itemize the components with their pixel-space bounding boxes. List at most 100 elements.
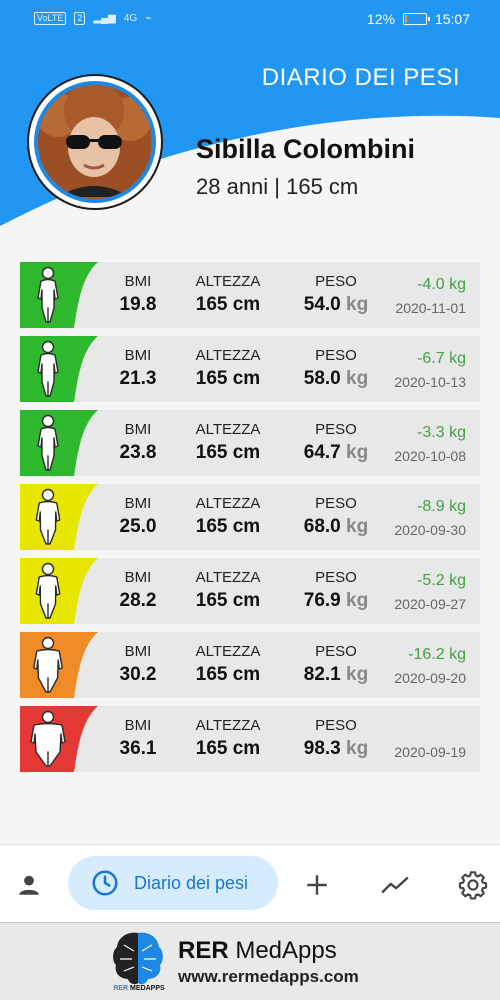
profile-photo bbox=[38, 85, 152, 199]
entry-date: 2020-09-19 bbox=[394, 744, 466, 760]
weight-delta: -5.2 kg bbox=[417, 572, 466, 589]
weight-entry-row[interactable]: BMI 30.2 ALTEZZA 165 cm PESO 82.1 kg -16… bbox=[20, 632, 480, 698]
height-label: ALTEZZA bbox=[195, 347, 261, 364]
weight-unit: kg bbox=[346, 664, 369, 685]
weight-label: PESO bbox=[315, 495, 357, 512]
weight-entries-list: BMI 19.8 ALTEZZA 165 cm PESO 54.0 kg -4.… bbox=[20, 262, 480, 780]
bmi-label: BMI bbox=[124, 421, 152, 438]
bmi-status-badge bbox=[20, 262, 100, 328]
gear-icon bbox=[458, 871, 488, 900]
weight-unit: kg bbox=[346, 590, 369, 611]
sim-indicator: 2 bbox=[74, 12, 86, 25]
bmi-value: 21.3 bbox=[119, 368, 157, 389]
weight-entry-row[interactable]: BMI 23.8 ALTEZZA 165 cm PESO 64.7 kg -3.… bbox=[20, 410, 480, 476]
weight-delta: -3.3 kg bbox=[417, 424, 466, 441]
height-label: ALTEZZA bbox=[195, 421, 261, 438]
height-label: ALTEZZA bbox=[195, 717, 261, 734]
bottom-navigation: Diario dei pesi bbox=[0, 844, 500, 922]
height-value: 165 cm bbox=[195, 590, 261, 611]
diary-nav-label: Diario dei pesi bbox=[134, 872, 249, 893]
weight-label: PESO bbox=[315, 569, 357, 586]
entry-date: 2020-10-13 bbox=[394, 374, 466, 390]
bmi-value: 25.0 bbox=[119, 516, 157, 537]
status-bar: VoLTE 2 ▂▄▆ 4G ⌁ 12% 15:07 bbox=[0, 0, 500, 40]
weight-value: 98.3 bbox=[303, 738, 341, 759]
clock-time: 15:07 bbox=[434, 11, 470, 27]
weight-unit: kg bbox=[346, 738, 369, 759]
weight-value: 58.0 bbox=[303, 368, 341, 389]
bmi-status-badge bbox=[20, 410, 100, 476]
person-icon bbox=[19, 875, 39, 895]
ad-logo-caption: RER MEDAPPS bbox=[113, 985, 165, 992]
weight-label: PESO bbox=[315, 347, 357, 364]
weight-value: 82.1 bbox=[303, 664, 341, 685]
weight-value: 76.9 bbox=[303, 590, 341, 611]
avatar[interactable] bbox=[27, 74, 163, 210]
height-label: ALTEZZA bbox=[195, 569, 261, 586]
height-label: ALTEZZA bbox=[195, 643, 261, 660]
bmi-status-badge bbox=[20, 336, 100, 402]
height-value: 165 cm bbox=[195, 294, 261, 315]
bmi-status-badge bbox=[20, 558, 100, 624]
bmi-value: 23.8 bbox=[119, 442, 157, 463]
entry-date: 2020-09-27 bbox=[394, 596, 466, 612]
height-value: 165 cm bbox=[195, 442, 261, 463]
bmi-value: 36.1 bbox=[119, 738, 157, 759]
profile-header: VoLTE 2 ▂▄▆ 4G ⌁ 12% 15:07 DIARIO DEI PE… bbox=[0, 0, 500, 230]
bmi-label: BMI bbox=[124, 643, 152, 660]
diary-nav-button[interactable]: Diario dei pesi bbox=[68, 856, 278, 910]
weight-label: PESO bbox=[315, 421, 357, 438]
weight-unit: kg bbox=[346, 368, 369, 389]
bmi-label: BMI bbox=[124, 273, 152, 290]
bmi-value: 30.2 bbox=[119, 664, 157, 685]
weight-unit: kg bbox=[346, 294, 369, 315]
trend-icon bbox=[381, 876, 409, 894]
bmi-status-badge bbox=[20, 706, 100, 772]
weight-value: 64.7 bbox=[303, 442, 341, 463]
height-value: 165 cm bbox=[195, 516, 261, 537]
weight-delta: -8.9 kg bbox=[417, 498, 466, 515]
settings-nav-button[interactable] bbox=[453, 865, 493, 905]
weight-entry-row[interactable]: BMI 28.2 ALTEZZA 165 cm PESO 76.9 kg -5.… bbox=[20, 558, 480, 624]
weight-value: 54.0 bbox=[303, 294, 341, 315]
height-label: ALTEZZA bbox=[195, 273, 261, 290]
battery-percent: 12% bbox=[366, 11, 395, 27]
bmi-label: BMI bbox=[124, 495, 152, 512]
weight-label: PESO bbox=[315, 643, 357, 660]
user-name: Sibilla Colombini bbox=[196, 134, 416, 164]
height-value: 165 cm bbox=[195, 368, 261, 389]
battery-icon bbox=[402, 13, 430, 25]
bmi-label: BMI bbox=[124, 569, 152, 586]
weight-delta: -6.7 kg bbox=[417, 350, 466, 367]
entry-date: 2020-11-01 bbox=[395, 300, 466, 316]
weight-entry-row[interactable]: BMI 19.8 ALTEZZA 165 cm PESO 54.0 kg -4.… bbox=[20, 262, 480, 328]
height-value: 165 cm bbox=[195, 738, 261, 759]
bmi-value: 28.2 bbox=[119, 590, 157, 611]
weight-delta: -16.2 kg bbox=[408, 646, 466, 663]
trend-nav-button[interactable] bbox=[375, 865, 415, 905]
weight-label: PESO bbox=[315, 273, 357, 290]
weight-entry-row[interactable]: BMI 36.1 ALTEZZA 165 cm PESO 98.3 kg 202… bbox=[20, 706, 480, 772]
ad-title: RER MedApps bbox=[178, 937, 337, 964]
height-label: ALTEZZA bbox=[195, 495, 261, 512]
user-age-height: 28 anni | 165 cm bbox=[196, 174, 359, 199]
weight-entry-row[interactable]: BMI 21.3 ALTEZZA 165 cm PESO 58.0 kg -6.… bbox=[20, 336, 480, 402]
weight-delta: -4.0 kg bbox=[417, 276, 466, 293]
bmi-label: BMI bbox=[124, 347, 152, 364]
ad-banner[interactable]: RER MEDAPPS RER MedApps www.rermedapps.c… bbox=[0, 922, 500, 1000]
profile-nav-button[interactable] bbox=[9, 865, 49, 905]
entry-date: 2020-09-30 bbox=[394, 522, 466, 538]
volte-indicator: VoLTE bbox=[34, 12, 67, 25]
weight-unit: kg bbox=[346, 442, 369, 463]
bmi-label: BMI bbox=[124, 717, 152, 734]
bmi-value: 19.8 bbox=[119, 294, 157, 315]
weight-entry-row[interactable]: BMI 25.0 ALTEZZA 165 cm PESO 68.0 kg -8.… bbox=[20, 484, 480, 550]
bmi-status-badge bbox=[20, 632, 100, 698]
network-type: 4G bbox=[123, 13, 138, 24]
ad-url[interactable]: www.rermedapps.com bbox=[178, 967, 359, 987]
add-entry-nav-button[interactable] bbox=[297, 865, 337, 905]
app-title: DIARIO DEI PESI bbox=[261, 64, 460, 91]
weight-label: PESO bbox=[315, 717, 357, 734]
clock-icon bbox=[92, 870, 118, 896]
weight-value: 68.0 bbox=[303, 516, 341, 537]
